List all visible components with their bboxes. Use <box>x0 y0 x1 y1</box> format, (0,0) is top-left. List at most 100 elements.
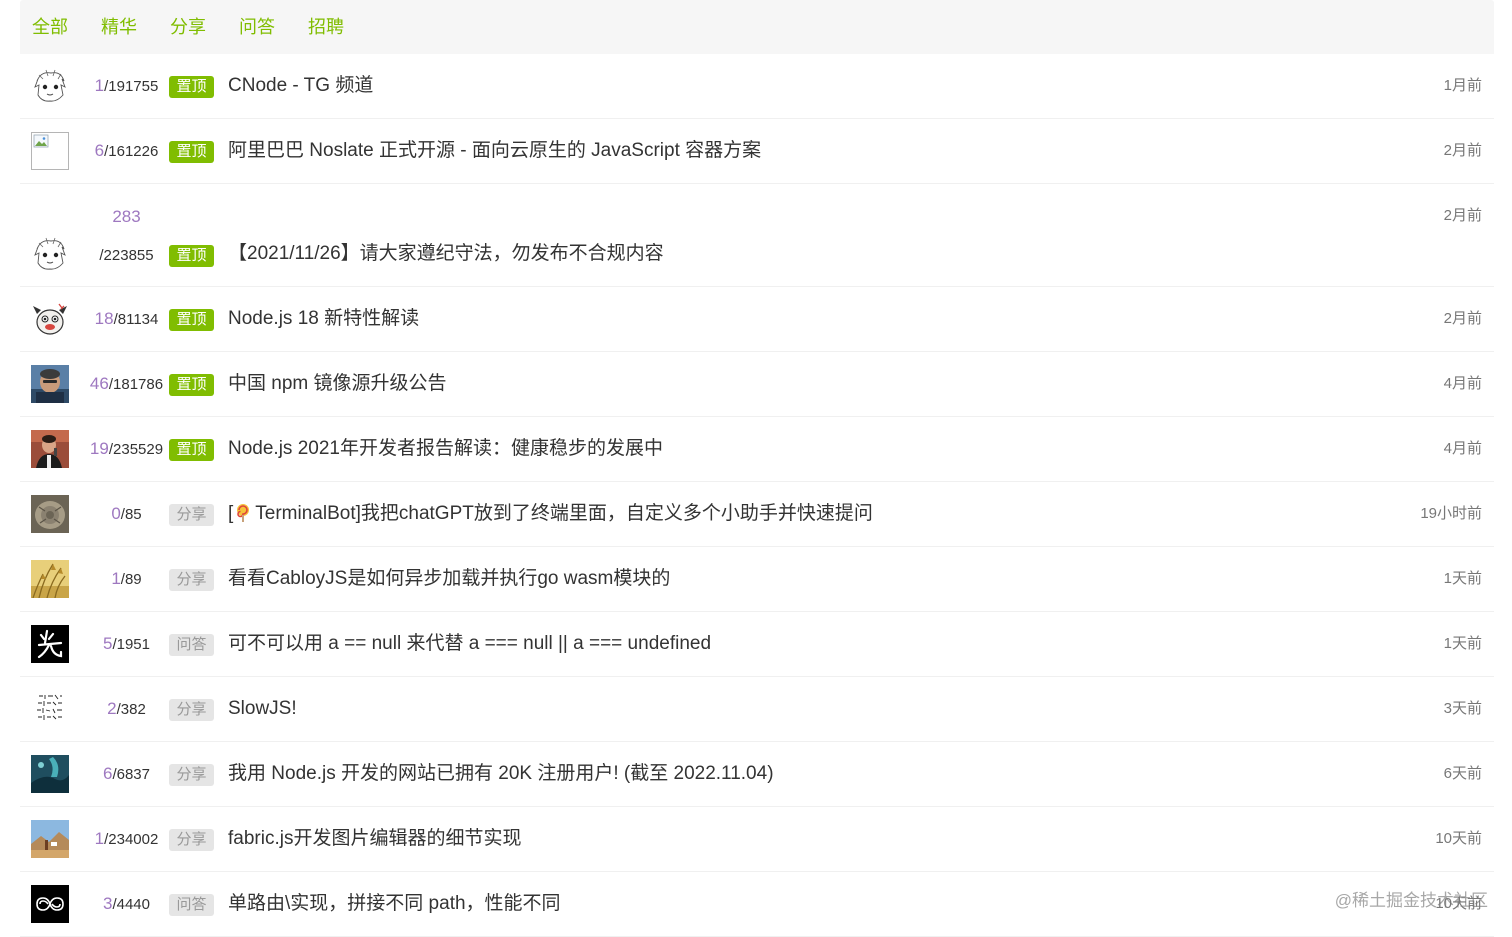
broken-image-avatar[interactable] <box>31 132 69 170</box>
last-reply-time[interactable]: 6天前 <box>1444 764 1482 784</box>
sketch-face-avatar[interactable] <box>31 235 69 273</box>
sketch-face-avatar[interactable] <box>31 67 69 105</box>
last-reply-time[interactable]: 3天前 <box>1444 699 1482 719</box>
topic-tag: 置顶 <box>169 439 214 461</box>
calligraphy-avatar[interactable] <box>31 625 69 663</box>
topic-row: 1/191755 置顶 CNode - TG 频道 1月前 <box>20 54 1494 119</box>
topic-row: 2/382 分享 SlowJS! 3天前 <box>20 677 1494 742</box>
landscape-photo-avatar[interactable] <box>31 820 69 858</box>
topic-tag: 问答 <box>169 634 214 656</box>
reply-view-count: 1/89 <box>74 568 179 591</box>
topic-tag: 问答 <box>169 894 214 916</box>
tab-job[interactable]: 招聘 <box>308 18 344 36</box>
title-text: Node.js 18 新特性解读 <box>228 308 419 329</box>
view-count: /223855 <box>74 245 179 267</box>
topic-row: 6/161226置顶阿里巴巴 Noslate 正式开源 - 面向云原生的 Jav… <box>20 119 1494 184</box>
teal-art-avatar[interactable] <box>31 755 69 793</box>
last-reply-time[interactable]: 4月前 <box>1444 374 1482 394</box>
title-text: fabric.js开发图片编辑器的细节实现 <box>228 828 521 849</box>
topic-title-link[interactable]: 阿里巴巴 Noslate 正式开源 - 面向云原生的 JavaScript 容器… <box>228 138 761 164</box>
topic-tag: 置顶 <box>169 76 214 98</box>
person-photo-avatar[interactable] <box>31 365 69 403</box>
topic-title-link[interactable]: 看看CabloyJS是如何异步加载并执行go wasm模块的 <box>228 566 670 592</box>
reply-view-count: 3/4440 <box>74 893 179 916</box>
topic-title-link[interactable]: CNode - TG 频道 <box>228 73 373 99</box>
view-count: /191755 <box>104 78 158 95</box>
topic-title-link[interactable]: Node.js 18 新特性解读 <box>228 306 419 332</box>
view-count: /89 <box>121 571 142 588</box>
topic-tag: 置顶 <box>169 141 214 163</box>
handwriting-avatar[interactable] <box>31 690 69 728</box>
view-count: /1951 <box>112 636 150 653</box>
topic-panel: 全部 精华 分享 问答 招聘 1/191755 置顶 CNode - TG 频道 1月… <box>20 0 1494 937</box>
topic-row: 46/181786置顶中国 npm 镜像源升级公告4月前 <box>20 352 1494 417</box>
tab-share[interactable]: 分享 <box>170 18 206 36</box>
topic-tag: 分享 <box>169 569 214 591</box>
title-text: 看看CabloyJS是如何异步加载并执行go wasm模块的 <box>228 568 670 589</box>
tab-good[interactable]: 精华 <box>101 18 137 36</box>
view-count: /161226 <box>104 143 158 160</box>
topic-title-link[interactable]: fabric.js开发图片编辑器的细节实现 <box>228 826 521 852</box>
reply-view-count: 6/161226 <box>74 140 179 163</box>
title-text: 中国 npm 镜像源升级公告 <box>228 373 447 394</box>
last-reply-time[interactable]: 4月前 <box>1444 439 1482 459</box>
title-text: 【2021/11/26】请大家遵纪守法，勿发布不合规内容 <box>228 243 664 264</box>
topic-title-link[interactable]: [TerminalBot]我把chatGPT放到了终端里面，自定义多个小助手并快… <box>228 501 873 527</box>
topic-title-link[interactable]: 中国 npm 镜像源升级公告 <box>228 371 447 397</box>
view-count: /235529 <box>109 441 163 458</box>
topic-tag: 分享 <box>169 699 214 721</box>
topic-row: 1/234002分享fabric.js开发图片编辑器的细节实现10天前 <box>20 807 1494 872</box>
topic-title-link[interactable]: 我用 Node.js 开发的网站已拥有 20K 注册用户! (截至 2022.1… <box>228 761 774 787</box>
title-text: 我用 Node.js 开发的网站已拥有 20K 注册用户! (截至 2022.1… <box>228 763 774 784</box>
topic-title-link[interactable]: SlowJS! <box>228 696 297 722</box>
reply-count: 1 <box>111 569 120 588</box>
view-count: /234002 <box>104 831 158 848</box>
title-text: 单路由\实现，拼接不同 path，性能不同 <box>228 893 561 914</box>
reply-count: 19 <box>90 439 109 458</box>
tab-all[interactable]: 全部 <box>32 18 68 36</box>
watermark: @稀土掘金技术社区 <box>1335 886 1488 911</box>
reply-count: 18 <box>95 309 114 328</box>
view-count: /181786 <box>109 376 163 393</box>
reply-count: 1 <box>95 76 104 95</box>
topic-title-link[interactable]: 单路由\实现，拼接不同 path，性能不同 <box>228 891 561 917</box>
view-count: /81134 <box>114 311 159 328</box>
topic-row: 18/81134 置顶 Node.js 18 新特性解读 2月前 <box>20 287 1494 352</box>
reply-count: 2 <box>107 699 116 718</box>
speaker-photo-avatar[interactable] <box>31 430 69 468</box>
last-reply-time[interactable]: 2月前 <box>1444 309 1482 329</box>
view-count: /85 <box>121 506 142 523</box>
reply-view-count: 19/235529 <box>74 438 179 461</box>
reply-count: 0 <box>111 504 120 523</box>
last-reply-time[interactable]: 1月前 <box>1444 76 1482 96</box>
cartoon-dog-avatar[interactable] <box>31 300 69 338</box>
topic-row: 19/235529置顶Node.js 2021年开发者报告解读：健康稳步的发展中… <box>20 417 1494 482</box>
topic-row: 5/1951问答可不可以用 a == null 来代替 a === null |… <box>20 612 1494 677</box>
infinity-logo-avatar[interactable] <box>31 885 69 923</box>
view-count: /6837 <box>112 766 150 783</box>
last-reply-time[interactable]: 1天前 <box>1444 634 1482 654</box>
tab-ask[interactable]: 问答 <box>239 18 275 36</box>
title-text: SlowJS! <box>228 698 297 719</box>
title-text: CNode - TG 频道 <box>228 75 373 96</box>
topic-row: 6/6837分享我用 Node.js 开发的网站已拥有 20K 注册用户! (截… <box>20 742 1494 807</box>
last-reply-time[interactable]: 2月前 <box>1444 206 1482 226</box>
topic-title-link[interactable]: 可不可以用 a == null 来代替 a === null || a === … <box>228 631 711 657</box>
last-reply-time[interactable]: 1天前 <box>1444 569 1482 589</box>
stone-photo-avatar[interactable] <box>31 495 69 533</box>
reply-view-count: 5/1951 <box>74 633 179 656</box>
topic-row: 1/89分享看看CabloyJS是如何异步加载并执行go wasm模块的1天前 <box>20 547 1494 612</box>
wheat-photo-avatar[interactable] <box>31 560 69 598</box>
topic-row: 0/85分享[TerminalBot]我把chatGPT放到了终端里面，自定义多… <box>20 482 1494 547</box>
topic-title-link[interactable]: 【2021/11/26】请大家遵纪守法，勿发布不合规内容 <box>228 241 664 267</box>
topic-tag: 置顶 <box>169 374 214 396</box>
last-reply-time[interactable]: 10天前 <box>1435 829 1482 849</box>
last-reply-time[interactable]: 19小时前 <box>1420 504 1482 524</box>
topic-tag: 分享 <box>169 764 214 786</box>
title-text: 可不可以用 a == null 来代替 a === null || a === … <box>228 633 711 654</box>
view-count: /382 <box>117 701 146 718</box>
title-text: 阿里巴巴 Noslate 正式开源 - 面向云原生的 JavaScript 容器… <box>228 140 761 161</box>
topic-tag: 置顶 <box>169 309 214 331</box>
topic-title-link[interactable]: Node.js 2021年开发者报告解读：健康稳步的发展中 <box>228 436 663 462</box>
last-reply-time[interactable]: 2月前 <box>1444 141 1482 161</box>
